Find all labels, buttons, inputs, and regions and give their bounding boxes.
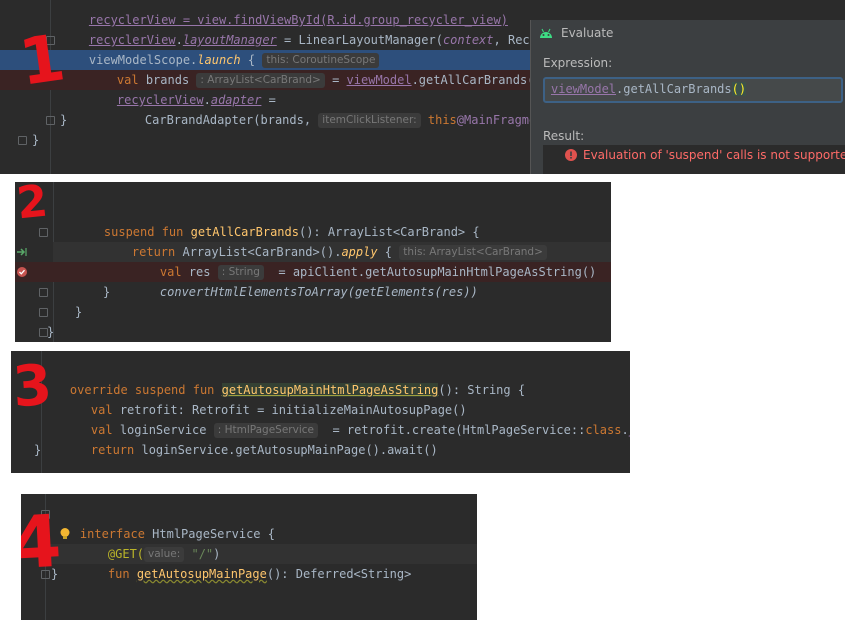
code-line: }	[34, 443, 42, 457]
dialog-title: Evaluate	[561, 26, 614, 40]
code-line: val res : String = apiClient.getAutosupM…	[159, 265, 597, 280]
code-line: }	[47, 325, 55, 339]
step-over-icon[interactable]	[16, 246, 28, 258]
code-line: override suspend fun getAutosupMainHtmlP…	[69, 383, 526, 397]
android-icon	[540, 28, 552, 38]
code-panel-1: recyclerView = view.findViewById(R.id.gr…	[0, 0, 845, 174]
result-panel: Evaluation of 'suspend' calls is not sup…	[543, 145, 845, 174]
code-line: }	[75, 305, 83, 319]
error-icon	[565, 149, 577, 161]
code-line: @GET(value: "/")	[107, 547, 221, 562]
code-line: CarBrandAdapter(brands, itemClickListene…	[144, 113, 558, 128]
code-line: val loginService : HtmlPageService = ret…	[90, 423, 630, 438]
code-line: recyclerView.adapter =	[116, 93, 276, 107]
expression-text: viewModel.getAllCarBrands()	[551, 82, 747, 96]
dialog-titlebar[interactable]: Evaluate	[531, 20, 845, 46]
code-line: fun getAutosupMainPage(): Deferred<Strin…	[107, 567, 412, 581]
expression-input[interactable]: viewModel.getAllCarBrands()	[543, 77, 843, 103]
code-line: }	[60, 113, 68, 127]
code-panel-2: suspend fun getAllCarBrands(): ArrayList…	[15, 182, 611, 342]
result-label: Result:	[543, 129, 585, 143]
code-line: return loginService.getAutosupMainPage()…	[90, 443, 438, 457]
evaluate-dialog: Evaluate Expression: viewModel.getAllCar…	[530, 20, 845, 174]
expression-label: Expression:	[543, 56, 613, 70]
code-panel-4: interface HtmlPageService { @GET(value: …	[21, 494, 477, 620]
fold-marker-icon[interactable]	[46, 116, 55, 125]
annotation-number: 4	[21, 498, 64, 586]
error-message: Evaluation of 'suspend' calls is not sup…	[583, 148, 845, 162]
annotation-number: 3	[11, 352, 55, 421]
code-line: recyclerView = view.findViewById(R.id.gr…	[88, 13, 508, 27]
annotation-number: 1	[15, 21, 70, 101]
annotation-number: 2	[15, 182, 51, 230]
fold-marker-icon[interactable]	[39, 328, 48, 337]
inlay-hint: itemClickListener:	[318, 113, 421, 128]
code-line: return ArrayList<CarBrand>().apply { thi…	[103, 222, 547, 260]
code-line: }	[32, 133, 40, 147]
code-line: suspend fun getAllCarBrands(): ArrayList…	[103, 225, 480, 239]
code-line: val retrofit: Retrofit = initializeMainA…	[90, 403, 467, 417]
code-line: viewModelScope.launch { this: CoroutineS…	[60, 30, 380, 68]
code-line: interface HtmlPageService {	[79, 527, 275, 541]
fold-marker-icon[interactable]	[39, 288, 48, 297]
fold-marker-icon[interactable]	[39, 228, 48, 237]
code-line: val brands : ArrayList<CarBrand> = viewM…	[116, 73, 542, 88]
breakpoint-icon[interactable]	[16, 266, 28, 278]
code-line: }	[103, 285, 111, 299]
code-line: convertHtmlElementsToArray(getElements(r…	[159, 285, 478, 299]
fold-marker-icon[interactable]	[39, 308, 48, 317]
fold-marker-icon[interactable]	[18, 136, 27, 145]
code-panel-3: override suspend fun getAutosupMainHtmlP…	[11, 351, 630, 473]
